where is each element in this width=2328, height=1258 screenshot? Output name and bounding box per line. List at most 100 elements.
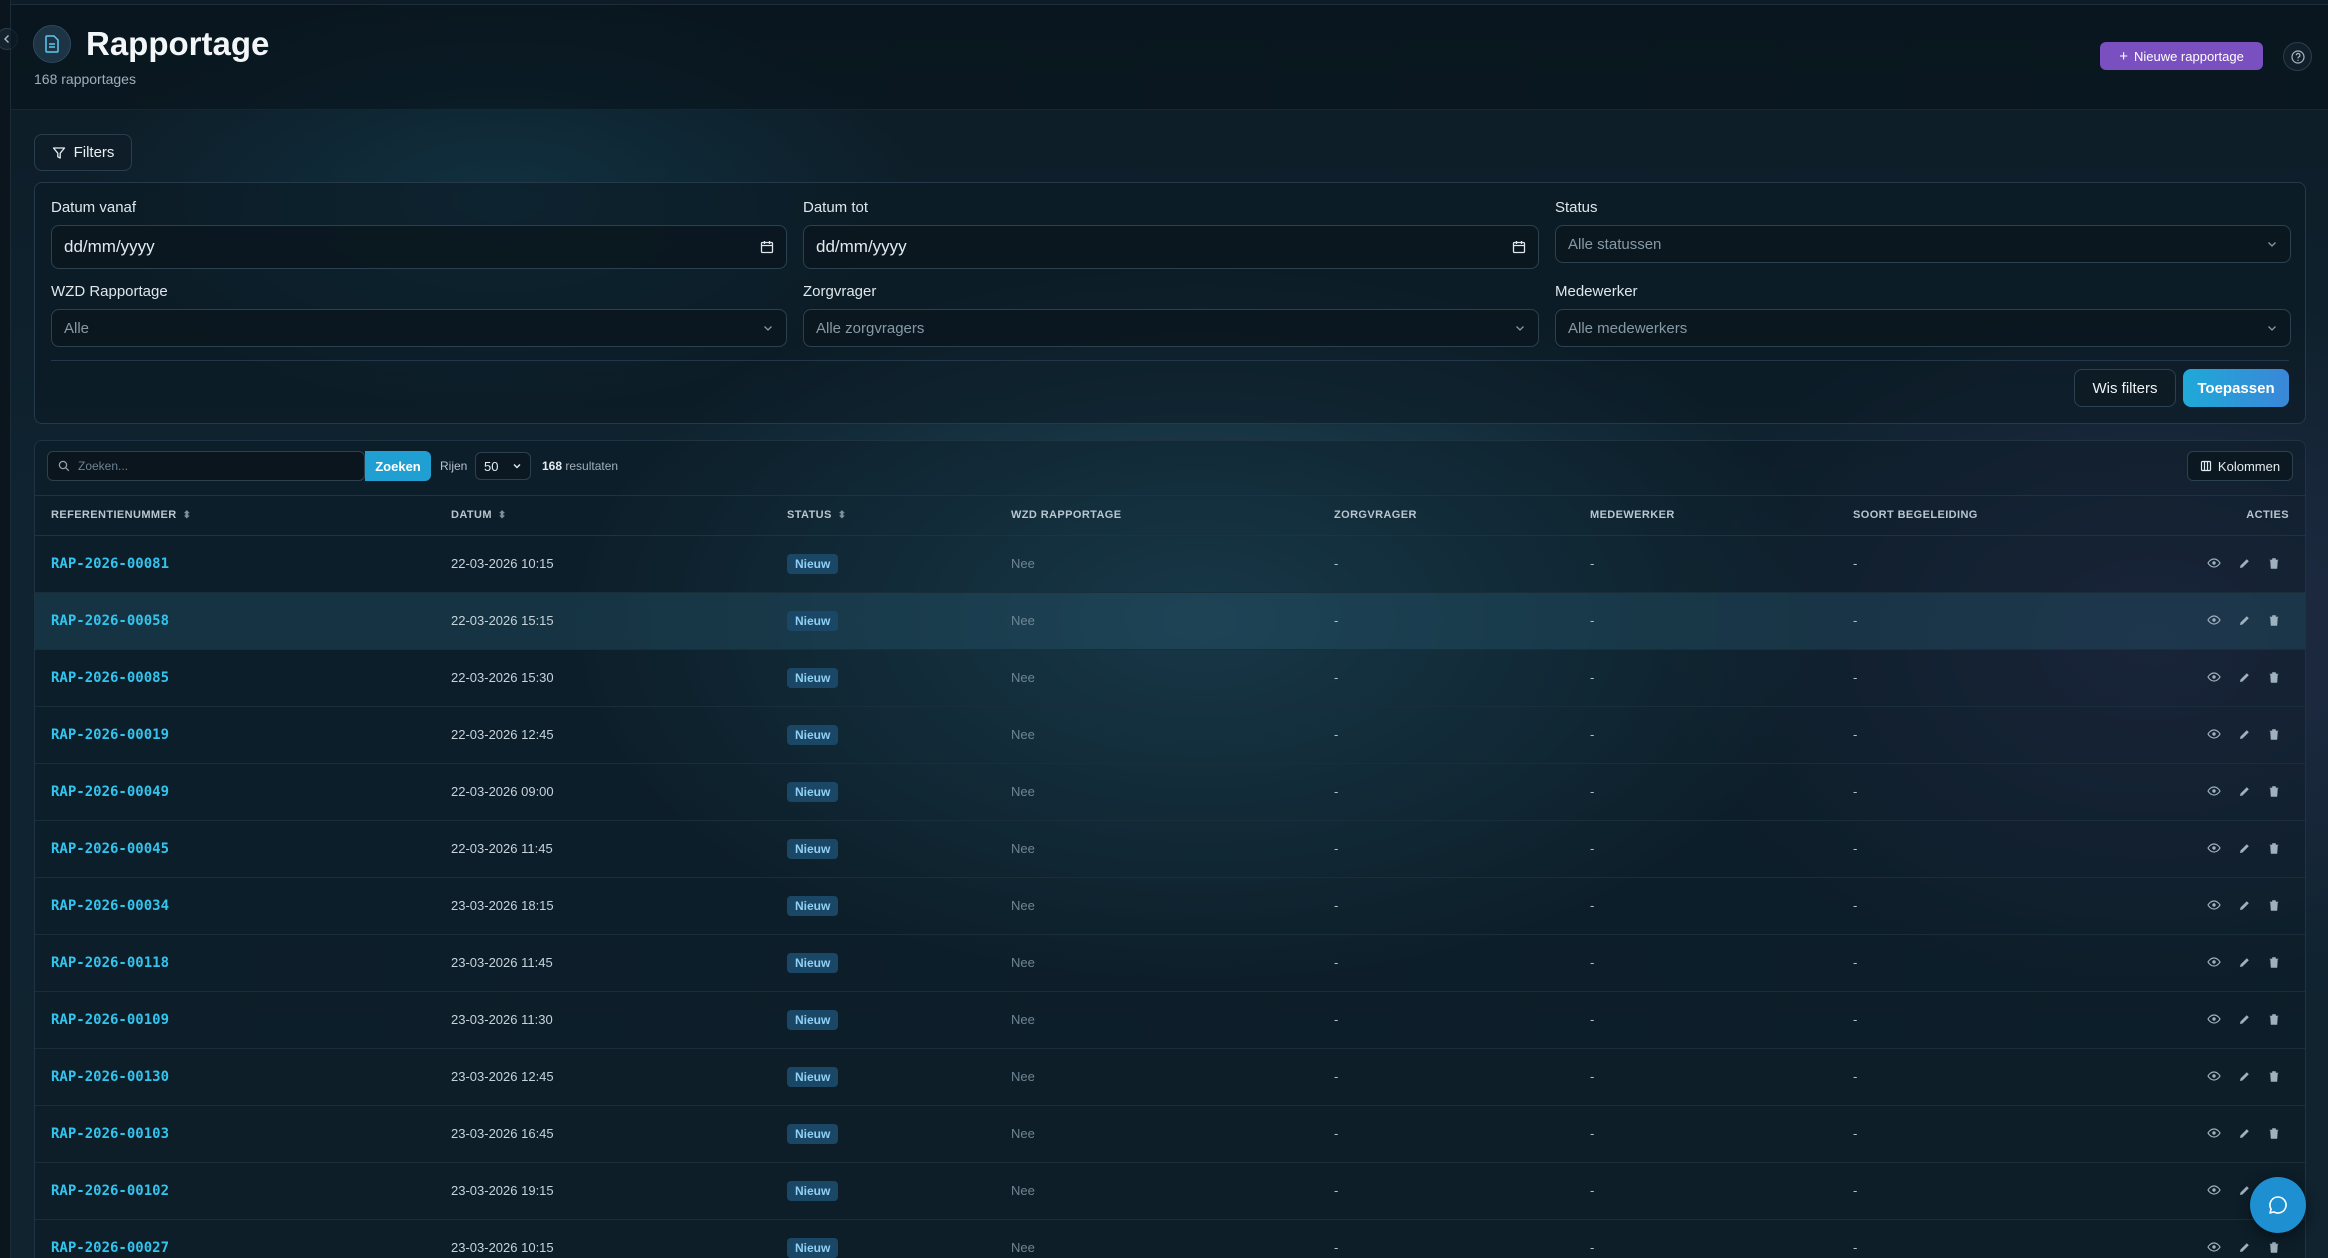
- reference-link[interactable]: RAP-2026-00085: [35, 649, 435, 706]
- delete-icon[interactable]: [2263, 1237, 2285, 1258]
- table-row[interactable]: RAP-2026-00109 23-03-2026 11:30 Nieuw Nee - -…: [35, 991, 2305, 1048]
- client-cell: -: [1334, 556, 1339, 571]
- edit-icon[interactable]: [2233, 1237, 2255, 1258]
- view-icon[interactable]: [2203, 552, 2225, 574]
- search-placeholder: Zoeken...: [78, 459, 129, 473]
- edit-icon[interactable]: [2233, 667, 2255, 689]
- status-cell: Nieuw: [771, 592, 995, 649]
- view-icon[interactable]: [2203, 723, 2225, 745]
- delete-icon[interactable]: [2263, 838, 2285, 860]
- column-header-reference[interactable]: REFERENTIENUMMER ⬍: [35, 496, 435, 536]
- table-row[interactable]: RAP-2026-00102 23-03-2026 19:15 Nieuw Nee - -…: [35, 1162, 2305, 1219]
- reference-link[interactable]: RAP-2026-00103: [35, 1105, 435, 1162]
- columns-button[interactable]: Kolommen: [2187, 451, 2293, 481]
- view-icon[interactable]: [2203, 1008, 2225, 1030]
- delete-icon[interactable]: [2263, 1009, 2285, 1031]
- reference-link[interactable]: RAP-2026-00130: [35, 1048, 435, 1105]
- table-row[interactable]: RAP-2026-00058 22-03-2026 15:15 Nieuw Nee - -…: [35, 592, 2305, 649]
- search-button[interactable]: Zoeken: [365, 451, 431, 481]
- chevron-down-icon: [2268, 242, 2276, 247]
- reference-link[interactable]: RAP-2026-00019: [35, 706, 435, 763]
- view-icon[interactable]: [2203, 780, 2225, 802]
- new-report-button[interactable]: + Nieuwe rapportage: [2100, 42, 2263, 70]
- reference-link[interactable]: RAP-2026-00081: [35, 535, 435, 592]
- date-from-input[interactable]: dd/mm/yyyy: [51, 225, 787, 269]
- view-icon[interactable]: [2203, 1236, 2225, 1258]
- delete-icon[interactable]: [2263, 1066, 2285, 1088]
- table-row[interactable]: RAP-2026-00019 22-03-2026 12:45 Nieuw Nee - -…: [35, 706, 2305, 763]
- status-select[interactable]: Alle statussen: [1555, 225, 2291, 263]
- table-row[interactable]: RAP-2026-00045 22-03-2026 11:45 Nieuw Nee - -…: [35, 820, 2305, 877]
- actions-cell: [2167, 1048, 2305, 1105]
- edit-icon[interactable]: [2233, 724, 2255, 746]
- actions-cell: [2167, 820, 2305, 877]
- reference-link[interactable]: RAP-2026-00102: [35, 1162, 435, 1219]
- table-row[interactable]: RAP-2026-00103 23-03-2026 16:45 Nieuw Nee - -…: [35, 1105, 2305, 1162]
- employee-cell: -: [1590, 727, 1595, 742]
- edit-icon[interactable]: [2233, 952, 2255, 974]
- table-row[interactable]: RAP-2026-00118 23-03-2026 11:45 Nieuw Nee - -…: [35, 934, 2305, 991]
- table-row[interactable]: RAP-2026-00081 22-03-2026 10:15 Nieuw Nee - -…: [35, 535, 2305, 592]
- view-icon[interactable]: [2203, 837, 2225, 859]
- support-type-cell: -: [1853, 1240, 1858, 1255]
- status-badge: Nieuw: [787, 1180, 839, 1201]
- column-header-date[interactable]: DATUM ⬍: [435, 496, 771, 536]
- view-icon[interactable]: [2203, 1179, 2225, 1201]
- reference-link[interactable]: RAP-2026-00027: [35, 1219, 435, 1258]
- table-row[interactable]: RAP-2026-00034 23-03-2026 18:15 Nieuw Nee - -…: [35, 877, 2305, 934]
- delete-icon[interactable]: [2263, 553, 2285, 575]
- date-cell: 22-03-2026 10:15: [451, 556, 554, 571]
- status-badge: Nieuw: [787, 724, 839, 745]
- view-icon[interactable]: [2203, 609, 2225, 631]
- rows-per-page-select[interactable]: 50: [475, 452, 531, 480]
- client-select[interactable]: Alle zorgvragers: [803, 309, 1539, 347]
- employee-cell: -: [1590, 841, 1595, 856]
- delete-icon[interactable]: [2263, 667, 2285, 689]
- edit-icon[interactable]: [2233, 838, 2255, 860]
- delete-icon[interactable]: [2263, 952, 2285, 974]
- edit-icon[interactable]: [2233, 610, 2255, 632]
- view-icon[interactable]: [2203, 1065, 2225, 1087]
- wzd-cell: Nee: [1011, 841, 1035, 856]
- delete-icon[interactable]: [2263, 1123, 2285, 1145]
- table-row[interactable]: RAP-2026-00085 22-03-2026 15:30 Nieuw Nee - -…: [35, 649, 2305, 706]
- delete-icon[interactable]: [2263, 781, 2285, 803]
- filter-divider: [51, 360, 2289, 361]
- search-input[interactable]: Zoeken...: [47, 451, 365, 481]
- employee-select[interactable]: Alle medewerkers: [1555, 309, 2291, 347]
- delete-icon[interactable]: [2263, 724, 2285, 746]
- filters-toggle-button[interactable]: Filters: [34, 134, 132, 171]
- clear-filters-button[interactable]: Wis filters: [2074, 369, 2176, 407]
- delete-icon[interactable]: [2263, 895, 2285, 917]
- delete-icon[interactable]: [2263, 610, 2285, 632]
- edit-icon[interactable]: [2233, 781, 2255, 803]
- edit-icon[interactable]: [2233, 1123, 2255, 1145]
- reference-link[interactable]: RAP-2026-00049: [35, 763, 435, 820]
- apply-filters-button[interactable]: Toepassen: [2183, 369, 2289, 407]
- date-to-placeholder: dd/mm/yyyy: [816, 237, 907, 256]
- view-icon[interactable]: [2203, 951, 2225, 973]
- column-header-status[interactable]: STATUS ⬍: [771, 496, 995, 536]
- reference-link[interactable]: RAP-2026-00109: [35, 991, 435, 1048]
- date-to-input[interactable]: dd/mm/yyyy: [803, 225, 1539, 269]
- reference-link[interactable]: RAP-2026-00058: [35, 592, 435, 649]
- reference-link[interactable]: RAP-2026-00034: [35, 877, 435, 934]
- edit-icon[interactable]: [2233, 895, 2255, 917]
- reference-link[interactable]: RAP-2026-00118: [35, 934, 435, 991]
- chat-button[interactable]: [2250, 1177, 2306, 1233]
- edit-icon[interactable]: [2233, 553, 2255, 575]
- status-badge: Nieuw: [787, 553, 839, 574]
- status-badge: Nieuw: [787, 781, 839, 802]
- edit-icon[interactable]: [2233, 1066, 2255, 1088]
- help-button[interactable]: [2283, 42, 2312, 71]
- table-row[interactable]: RAP-2026-00130 23-03-2026 12:45 Nieuw Nee - -…: [35, 1048, 2305, 1105]
- view-icon[interactable]: [2203, 1122, 2225, 1144]
- table-row[interactable]: RAP-2026-00027 23-03-2026 10:15 Nieuw Nee - -…: [35, 1219, 2305, 1258]
- support-type-cell: -: [1853, 727, 1858, 742]
- edit-icon[interactable]: [2233, 1009, 2255, 1031]
- view-icon[interactable]: [2203, 666, 2225, 688]
- wzd-select[interactable]: Alle: [51, 309, 787, 347]
- view-icon[interactable]: [2203, 894, 2225, 916]
- table-row[interactable]: RAP-2026-00049 22-03-2026 09:00 Nieuw Nee - -…: [35, 763, 2305, 820]
- reference-link[interactable]: RAP-2026-00045: [35, 820, 435, 877]
